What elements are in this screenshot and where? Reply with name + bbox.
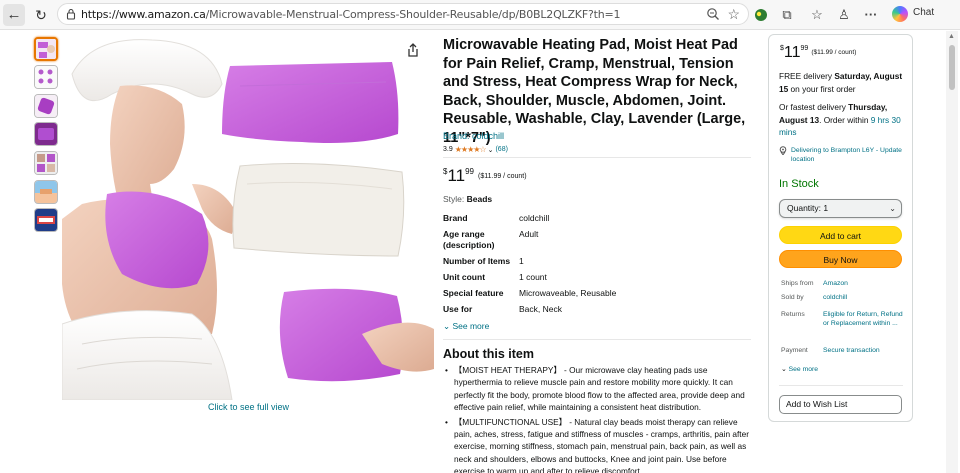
divider	[779, 385, 903, 386]
rating-count-link[interactable]: (68)	[495, 146, 507, 153]
thumbnail-1[interactable]	[34, 37, 58, 61]
list-item: 【MOIST HEAT THERAPY】 - Our microwave cla…	[444, 364, 752, 414]
address-bar[interactable]: https://www.amazon.ca/Microwavable-Menst…	[57, 3, 749, 25]
thumbnail-5[interactable]	[34, 151, 58, 175]
more-icon[interactable]: ···	[862, 6, 880, 24]
thumbnail-6[interactable]	[34, 180, 58, 204]
product-price: $1199($11.99 / count)	[443, 166, 527, 185]
thumbnail-3[interactable]	[34, 94, 58, 118]
extension-icon[interactable]	[752, 6, 770, 24]
star-icon[interactable]: ☆	[727, 6, 740, 22]
about-title: About this item	[443, 347, 534, 361]
brand-link[interactable]: Brand: coldchill	[443, 131, 504, 141]
location-pin-icon	[779, 146, 787, 155]
add-to-wish-list-button[interactable]: Add to Wish List	[779, 395, 902, 414]
back-icon[interactable]: ←	[3, 4, 25, 26]
chevron-down-icon: ⌄	[889, 204, 896, 213]
scrollbar[interactable]	[946, 31, 958, 473]
stock-status: In Stock	[779, 178, 819, 190]
add-to-cart-button[interactable]: Add to cart	[779, 226, 902, 244]
buy-now-button[interactable]: Buy Now	[779, 250, 902, 268]
rating-value: 3.9	[443, 146, 453, 153]
lock-icon[interactable]	[65, 8, 77, 20]
favorites-icon[interactable]: ☆	[808, 6, 826, 24]
reload-icon[interactable]: ↻	[30, 4, 52, 26]
thumbnail-2[interactable]	[34, 65, 58, 89]
see-full-view-link[interactable]: Click to see full view	[208, 402, 289, 412]
zoom-icon[interactable]	[706, 7, 720, 21]
about-list: 【MOIST HEAT THERAPY】 - Our microwave cla…	[444, 364, 752, 473]
copilot-icon[interactable]	[892, 6, 908, 22]
thumbnail-4[interactable]	[34, 122, 58, 146]
chevron-down-icon[interactable]: ⌄	[488, 146, 494, 154]
url-text[interactable]: https://www.amazon.ca/Microwavable-Menst…	[81, 8, 620, 21]
buybox-see-more-link[interactable]: ⌄ See more	[781, 365, 818, 373]
scroll-up-icon[interactable]: ▲	[948, 33, 955, 40]
rating-row[interactable]: 3.9 ★★★★☆ ⌄ (68)	[443, 145, 508, 154]
star-rating-icon[interactable]: ★★★★☆	[455, 145, 487, 154]
quantity-select[interactable]: Quantity: 1 ⌄	[779, 199, 902, 218]
browser-toolbar: ← ↻ https://www.amazon.ca/Microwavable-M…	[0, 0, 960, 30]
profile-icon[interactable]: ♙	[835, 6, 853, 24]
list-item: 【MULTIFUNCTIONAL USE】 - Natural clay bea…	[444, 416, 752, 473]
thumbnail-7[interactable]	[34, 208, 58, 232]
free-delivery-text: FREE delivery Saturday, August 15 on you…	[779, 71, 903, 94]
puzzle-icon[interactable]: ⧉	[778, 6, 796, 24]
see-more-link[interactable]: ⌄ See more	[443, 321, 489, 332]
fastest-delivery-text: Or fastest delivery Thursday, August 13.…	[779, 102, 901, 137]
divider	[443, 339, 751, 340]
chevron-down-icon: ⌄	[781, 366, 787, 373]
chat-label[interactable]: Chat	[913, 7, 934, 18]
divider	[443, 157, 751, 158]
delivery-location-link[interactable]: Delivering to Brampton L6Y - Update loca…	[779, 146, 907, 164]
product-main-image[interactable]	[62, 34, 434, 400]
scrollbar-thumb[interactable]	[949, 45, 955, 90]
style-row: Style: Beads	[443, 194, 493, 204]
buybox-price: $1199($11.99 / count)	[780, 44, 857, 61]
share-icon[interactable]	[406, 42, 420, 58]
